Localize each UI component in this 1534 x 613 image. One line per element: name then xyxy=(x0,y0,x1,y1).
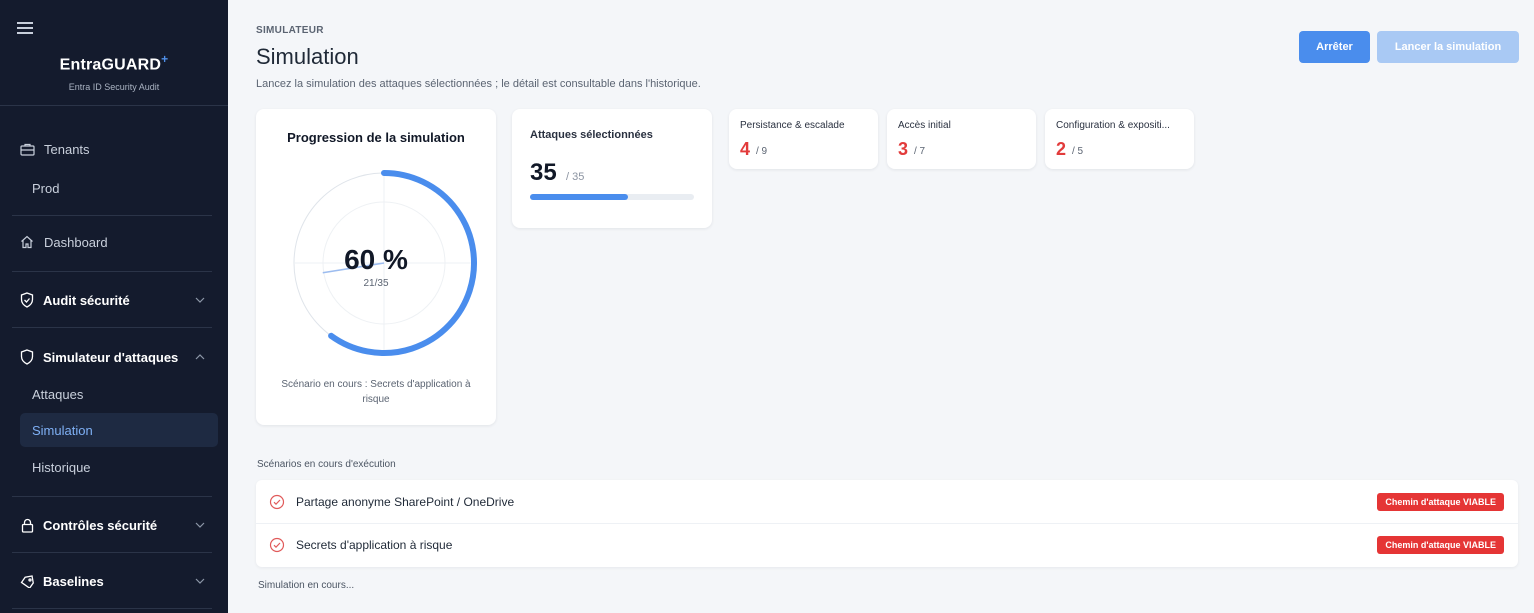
launch-simulation-button[interactable]: Lancer la simulation xyxy=(1377,31,1519,63)
scenario-name: Secrets d'application à risque xyxy=(296,538,453,552)
divider xyxy=(12,552,212,553)
scenarios-list: Partage anonyme SharePoint / OneDrive Ch… xyxy=(256,480,1518,567)
category-total: / 9 xyxy=(756,146,768,157)
selected-attacks-value: 35 xyxy=(530,159,557,186)
selected-progress-track xyxy=(530,194,694,200)
list-item[interactable]: Secrets d'application à risque Chemin d'… xyxy=(256,523,1518,566)
sidebar-item-baselines[interactable]: Baselines xyxy=(0,563,228,599)
brand-name: EntraGUARD xyxy=(59,56,162,74)
chevron-down-icon xyxy=(194,294,206,306)
current-scenario: Scénario en cours : Secrets d'applicatio… xyxy=(281,379,471,405)
category-value: 2 xyxy=(1056,139,1067,159)
sidebar-item-tenants[interactable]: Tenants xyxy=(0,131,228,167)
divider xyxy=(12,327,212,328)
sidebar-item-label: Dashboard xyxy=(44,234,108,250)
sidebar-item-label: Contrôles sécurité xyxy=(43,517,158,533)
brand: EntraGUARD+ Entra ID Security Audit xyxy=(0,52,228,92)
simulation-status: Simulation en cours... xyxy=(258,580,355,591)
selected-attacks-label: Attaques sélectionnées xyxy=(530,129,653,141)
scenario-name: Partage anonyme SharePoint / OneDrive xyxy=(296,494,515,509)
category-value: 4 xyxy=(740,139,751,159)
sidebar-item-simulator[interactable]: Simulateur d'attaques xyxy=(0,339,228,375)
sidebar-item-attacks[interactable]: Attaques xyxy=(32,387,83,402)
selected-progress-fill xyxy=(530,194,629,200)
chevron-up-icon xyxy=(194,351,206,363)
category-label: Persistance & escalade xyxy=(740,120,845,131)
divider xyxy=(12,496,212,497)
sidebar-item-history[interactable]: Historique xyxy=(32,460,91,475)
progress-count: 21/35 xyxy=(363,278,389,289)
category-label: Configuration & expositi... xyxy=(1056,120,1170,131)
list-item[interactable]: Partage anonyme SharePoint / OneDrive Ch… xyxy=(256,480,1518,523)
status-badge: Chemin d'attaque VIABLE xyxy=(1377,492,1504,511)
brand-subtitle: Entra ID Security Audit xyxy=(68,82,160,93)
sidebar-item-prod[interactable]: Prod xyxy=(32,181,59,196)
divider xyxy=(12,215,212,216)
page-eyebrow: SIMULATEUR xyxy=(256,25,324,36)
check-circle-icon xyxy=(269,537,285,553)
home-icon xyxy=(19,234,35,250)
sidebar-item-simulation[interactable]: Simulation xyxy=(20,413,218,447)
divider xyxy=(12,608,212,609)
tag-icon xyxy=(19,573,35,589)
status-badge: Chemin d'attaque VIABLE xyxy=(1377,536,1504,554)
sidebar-item-dashboard[interactable]: Dashboard xyxy=(0,224,228,260)
tenants-icon xyxy=(19,141,35,157)
sidebar-item-label: Baselines xyxy=(43,573,104,589)
sidebar-item-label: Audit sécurité xyxy=(43,292,130,308)
divider xyxy=(0,105,228,106)
sidebar-item-label: Simulateur d'attaques xyxy=(43,349,179,365)
category-card[interactable]: Accès initial 3 / 7 xyxy=(887,109,1036,169)
chevron-down-icon xyxy=(194,519,206,531)
progress-title: Progression de la simulation xyxy=(287,130,465,145)
category-total: / 5 xyxy=(1072,146,1084,157)
check-circle-icon xyxy=(269,494,285,510)
sidebar-item-label: Tenants xyxy=(44,141,90,157)
menu-icon[interactable] xyxy=(17,22,33,34)
sidebar: EntraGUARD+ Entra ID Security Audit Tena… xyxy=(0,0,228,613)
page-description: Lancez la simulation des attaques sélect… xyxy=(256,78,701,90)
progress-percent: 60 % xyxy=(344,244,408,275)
brand-plus: + xyxy=(161,52,169,66)
category-card[interactable]: Persistance & escalade 4 / 9 xyxy=(729,109,878,169)
scenarios-section-title: Scénarios en cours d'exécution xyxy=(257,459,396,470)
divider xyxy=(12,271,212,272)
selected-attacks-total: / 35 xyxy=(566,171,585,183)
progress-card: Progression de la simulation 60 % 21/35 … xyxy=(256,109,496,425)
stop-button[interactable]: Arrêter xyxy=(1299,31,1370,63)
category-card[interactable]: Configuration & expositi... 2 / 5 xyxy=(1045,109,1194,169)
page-title: Simulation xyxy=(256,44,359,69)
sidebar-item-audit[interactable]: Audit sécurité xyxy=(0,282,228,318)
category-value: 3 xyxy=(898,139,909,159)
sidebar-item-controls[interactable]: Contrôles sécurité xyxy=(0,507,228,543)
category-total: / 7 xyxy=(914,146,926,157)
selected-attacks-card: Attaques sélectionnées 35 / 35 xyxy=(512,109,712,228)
shield-icon xyxy=(19,349,35,365)
shield-check-icon xyxy=(19,292,35,308)
category-label: Accès initial xyxy=(898,120,951,131)
chevron-down-icon xyxy=(194,575,206,587)
lock-icon xyxy=(19,517,35,533)
